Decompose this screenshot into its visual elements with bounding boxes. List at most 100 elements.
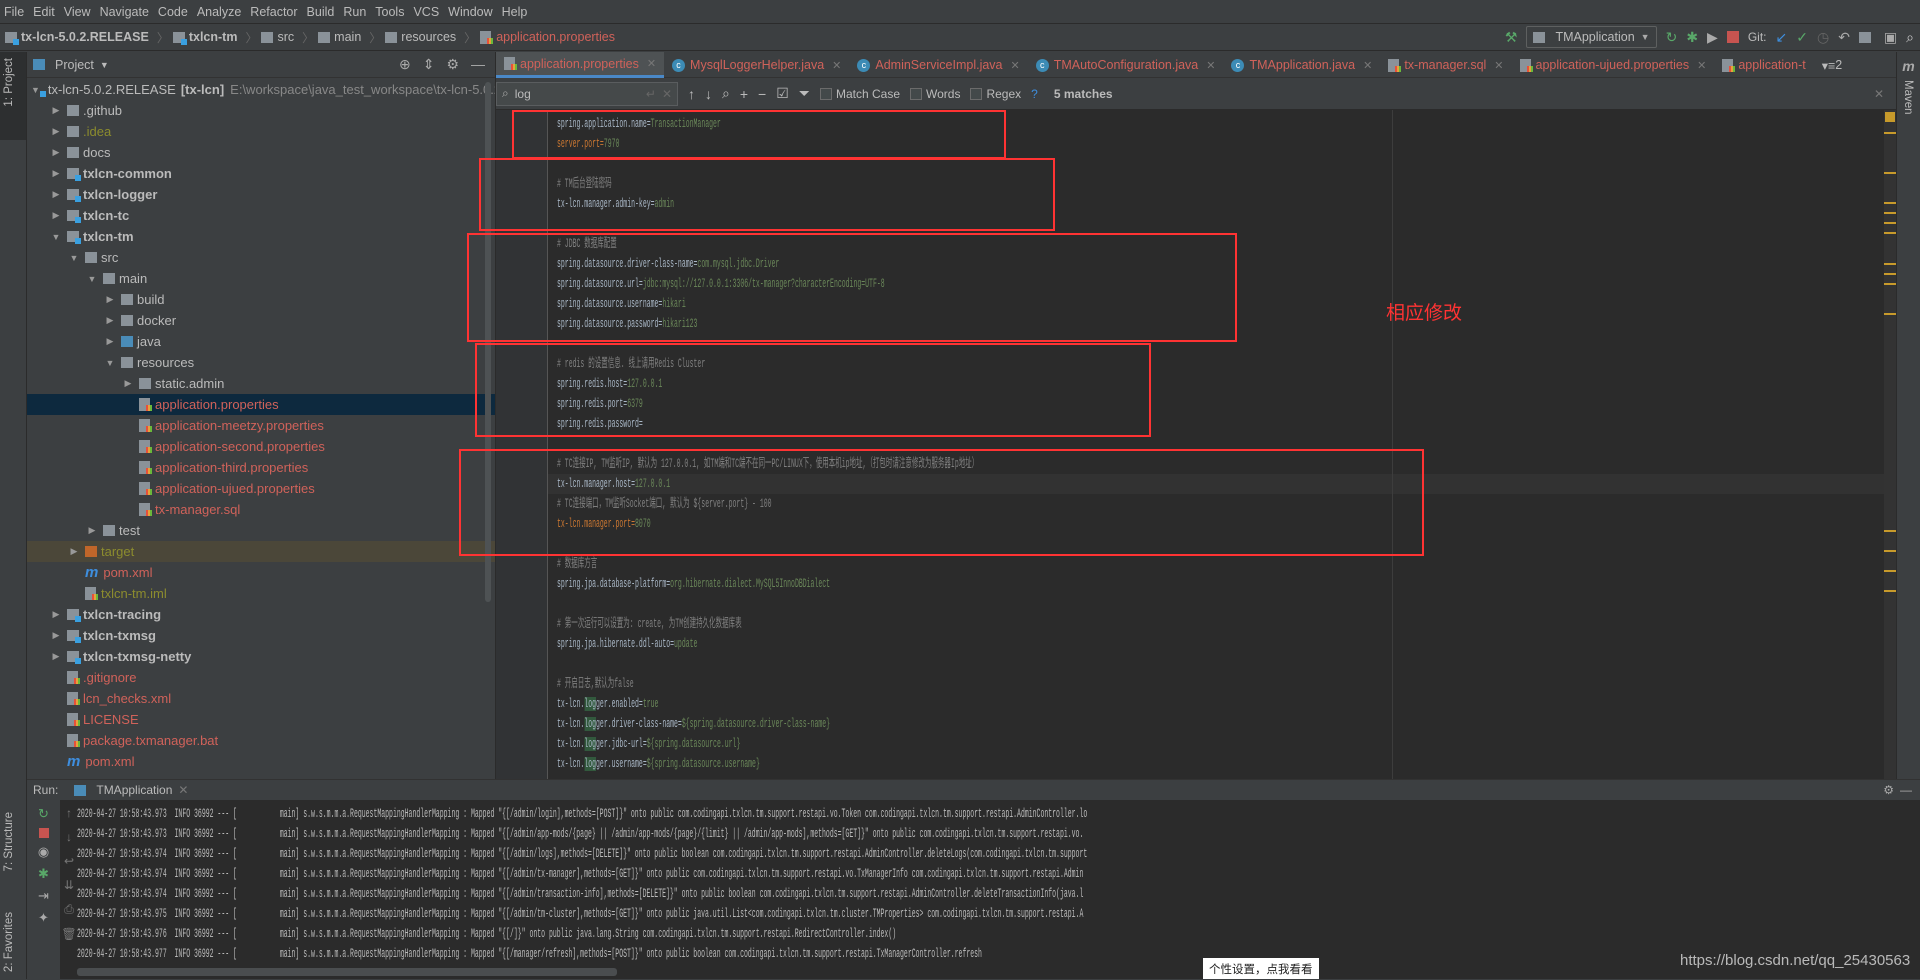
new-line-icon[interactable]: ↵ bbox=[646, 87, 656, 101]
error-stripe-mark[interactable] bbox=[1884, 172, 1896, 174]
menu-build[interactable]: Build bbox=[307, 5, 335, 19]
history-clock-icon[interactable]: ◷ bbox=[1817, 29, 1829, 46]
remove-selection-icon[interactable]: − bbox=[758, 86, 766, 102]
gear-icon[interactable]: ⚙ bbox=[1883, 783, 1894, 797]
code-line[interactable]: 24spring.jpa.database-platform=org.hiber… bbox=[548, 574, 1896, 594]
stop-icon[interactable] bbox=[1726, 31, 1739, 43]
run-config-dropdown[interactable]: TMApplication ▼ bbox=[1526, 26, 1657, 48]
soft-wrap-icon[interactable]: ↩ bbox=[64, 854, 74, 868]
console-horizontal-scrollbar[interactable] bbox=[77, 968, 617, 976]
tree-item[interactable]: ▶ build bbox=[27, 289, 495, 310]
breadcrumb-item[interactable]: application.properties bbox=[480, 30, 615, 44]
editor-tab[interactable]: c MysqlLoggerHelper.java ✕ bbox=[664, 52, 849, 78]
rerun-icon[interactable]: ↻ bbox=[1666, 29, 1678, 46]
tree-item[interactable]: application-third.properties bbox=[27, 457, 495, 478]
tree-item[interactable]: ▶ .idea bbox=[27, 121, 495, 142]
filter-icon[interactable]: ⏷ bbox=[799, 85, 810, 102]
tree-item[interactable]: ▶ txlcn-tc bbox=[27, 205, 495, 226]
tree-item[interactable]: m pom.xml bbox=[27, 562, 495, 583]
close-tab-icon[interactable]: ✕ bbox=[647, 57, 656, 70]
error-stripe-mark[interactable] bbox=[1884, 222, 1896, 224]
tool-tab-project[interactable]: 1: Project bbox=[3, 58, 15, 107]
menu-file[interactable]: File bbox=[4, 5, 24, 19]
code-line[interactable]: 33tx-lcn.logger.username=${spring.dataso… bbox=[548, 754, 1896, 774]
stop-icon[interactable] bbox=[38, 828, 49, 838]
next-match-icon[interactable]: ↓ bbox=[705, 86, 712, 102]
chevron-right-icon[interactable]: ▶ bbox=[103, 336, 117, 347]
tree-item[interactable]: application-second.properties bbox=[27, 436, 495, 457]
close-tab-icon[interactable]: ✕ bbox=[178, 783, 188, 797]
error-stripe-mark[interactable] bbox=[1884, 550, 1896, 552]
tree-item[interactable]: package.txmanager.bat bbox=[27, 730, 495, 751]
breadcrumb-item[interactable]: src bbox=[261, 30, 294, 44]
regex-checkbox[interactable]: Regex bbox=[970, 87, 1021, 101]
close-tab-icon[interactable]: ✕ bbox=[1363, 59, 1372, 72]
tree-item[interactable]: ▶ txlcn-txmsg bbox=[27, 625, 495, 646]
tree-item[interactable]: application.properties bbox=[27, 394, 495, 415]
select-all-occurrences-icon[interactable]: ☑ bbox=[776, 85, 789, 102]
up-arrow-icon[interactable]: ↑ bbox=[66, 806, 72, 820]
build-hammer-icon[interactable]: ⚒ bbox=[1505, 29, 1518, 46]
chevron-right-icon[interactable]: ▶ bbox=[49, 609, 63, 620]
tree-item[interactable]: ▶ txlcn-logger bbox=[27, 184, 495, 205]
regex-help-link[interactable]: ? bbox=[1031, 87, 1038, 101]
rerun-icon[interactable]: ↻ bbox=[38, 806, 49, 822]
error-stripe-mark[interactable] bbox=[1884, 202, 1896, 204]
tree-item[interactable]: LICENSE bbox=[27, 709, 495, 730]
menu-refactor[interactable]: Refactor bbox=[250, 5, 297, 19]
scroll-to-end-icon[interactable]: ⇊ bbox=[64, 878, 74, 892]
close-tab-icon[interactable]: ✕ bbox=[1206, 59, 1215, 72]
error-stripe-mark[interactable] bbox=[1884, 273, 1896, 275]
git-commit-check-icon[interactable]: ✓ bbox=[1796, 29, 1808, 46]
console-output[interactable]: 2020-04-27 10:58:43.973 INFO 36992 --- [… bbox=[77, 800, 1917, 972]
pin-icon[interactable]: ✦ bbox=[38, 910, 49, 926]
menu-analyze[interactable]: Analyze bbox=[197, 5, 241, 19]
code-line[interactable]: 31tx-lcn.logger.driver-class-name=${spri… bbox=[548, 714, 1896, 734]
code-line[interactable]: 30tx-lcn.logger.enabled=true bbox=[548, 694, 1896, 714]
menu-help[interactable]: Help bbox=[502, 5, 528, 19]
chevron-right-icon[interactable]: ▶ bbox=[49, 630, 63, 641]
chevron-right-icon[interactable]: ▶ bbox=[85, 525, 99, 536]
exit-icon[interactable]: ⇥ bbox=[38, 888, 49, 904]
editor-tab[interactable]: application-ujued.properties ✕ bbox=[1512, 52, 1715, 78]
debug-icon[interactable]: ✱ bbox=[38, 866, 49, 882]
tree-item[interactable]: txlcn-tm.iml bbox=[27, 583, 495, 604]
chevron-right-icon[interactable]: ▶ bbox=[67, 546, 81, 557]
code-line[interactable]: 26# 第一次运行可以设置为: create, 为TM创建持久化数据库表 bbox=[548, 614, 1896, 634]
down-arrow-icon[interactable]: ↓ bbox=[66, 830, 72, 844]
previous-match-icon[interactable]: ↑ bbox=[688, 86, 695, 102]
error-stripe-mark[interactable] bbox=[1884, 232, 1896, 234]
search-input[interactable]: ⌕ log ↵ ✕ bbox=[496, 81, 678, 106]
close-tab-icon[interactable]: ✕ bbox=[1011, 59, 1020, 72]
error-stripe-mark[interactable] bbox=[1884, 212, 1896, 214]
menu-run[interactable]: Run bbox=[343, 5, 366, 19]
breadcrumb-item[interactable]: tx-lcn-5.0.2.RELEASE bbox=[5, 30, 149, 45]
tool-tab-structure[interactable]: 7: Structure bbox=[3, 812, 15, 871]
close-tab-icon[interactable]: ✕ bbox=[832, 59, 841, 72]
close-tab-icon[interactable]: ✕ bbox=[1697, 59, 1706, 72]
error-stripe-mark[interactable] bbox=[1884, 283, 1896, 285]
tree-item[interactable]: ▶ target bbox=[27, 541, 495, 562]
editor-tab[interactable]: application-t bbox=[1714, 52, 1813, 78]
chevron-down-icon[interactable]: ▼ bbox=[85, 274, 99, 284]
minimize-icon[interactable]: — bbox=[1900, 783, 1912, 797]
chevron-down-icon[interactable]: ▼ bbox=[31, 85, 40, 95]
presentation-icon[interactable]: ▣ bbox=[1884, 29, 1897, 46]
tree-item[interactable]: tx-manager.sql bbox=[27, 499, 495, 520]
add-selection-icon[interactable]: + bbox=[740, 86, 748, 102]
tree-item[interactable]: application-ujued.properties bbox=[27, 478, 495, 499]
error-stripe-mark[interactable] bbox=[1884, 530, 1896, 532]
tree-item[interactable]: ▼ main bbox=[27, 268, 495, 289]
error-stripe-mark[interactable] bbox=[1884, 570, 1896, 572]
debug-bug-icon[interactable]: ✱ bbox=[1686, 29, 1698, 46]
error-stripe-mark[interactable] bbox=[1884, 313, 1896, 315]
error-stripe[interactable] bbox=[1884, 110, 1896, 779]
tree-item[interactable]: ▶ txlcn-txmsg-netty bbox=[27, 646, 495, 667]
editor-tab[interactable]: tx-manager.sql ✕ bbox=[1380, 52, 1511, 78]
chevron-right-icon[interactable]: ▶ bbox=[49, 168, 63, 179]
tree-item[interactable]: ▶ txlcn-common bbox=[27, 163, 495, 184]
breadcrumb-item[interactable]: main bbox=[318, 30, 361, 44]
project-structure-icon[interactable] bbox=[1858, 31, 1871, 43]
tree-item[interactable]: ▶ .github bbox=[27, 100, 495, 121]
code-line[interactable]: 32tx-lcn.logger.jdbc-url=${spring.dataso… bbox=[548, 734, 1896, 754]
